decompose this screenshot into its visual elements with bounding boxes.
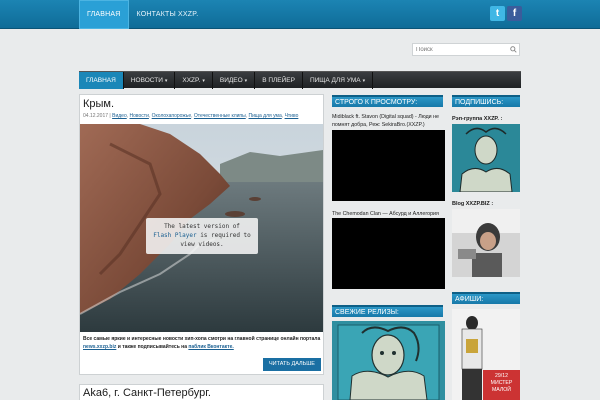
- search-box: [412, 43, 520, 56]
- fresh-releases-heading: СВЕЖИЕ РЕЛИЗЫ:: [332, 305, 443, 317]
- category-link[interactable]: Чтиво: [285, 113, 299, 119]
- poster-promo: 29/12 МИСТЕР МАЛОЙ: [483, 370, 520, 400]
- rap-group-image[interactable]: [452, 124, 520, 192]
- nav-item-news[interactable]: НОВОСТИ ▾: [124, 72, 176, 89]
- nav-label: ПИЩА ДЛЯ УМА: [309, 77, 361, 84]
- release-artwork: [332, 321, 445, 400]
- news-portal-link[interactable]: news.xxzp.biz: [83, 344, 116, 350]
- chevron-down-icon: ▾: [202, 78, 205, 84]
- post-card: Aka6, г. Санкт-Петербург.: [79, 384, 324, 400]
- post-meta: 04.12.2017 | Видео, Новости, Околохапоро…: [83, 113, 299, 119]
- post-card: Крым. 04.12.2017 | Видео, Новости, Около…: [79, 94, 324, 375]
- category-link[interactable]: Отечественные клипы: [194, 113, 246, 119]
- chevron-down-icon: ▾: [244, 78, 248, 84]
- category-link[interactable]: Пища для ума: [249, 113, 282, 119]
- nav-item-home[interactable]: ГЛАВНАЯ: [79, 72, 124, 89]
- must-watch-heading: СТРОГО К ПРОСМОТРУ:: [332, 95, 443, 107]
- top-bar: ГЛАВНАЯ КОНТАКТЫ XXZP. t f: [0, 0, 600, 29]
- flash-player-link[interactable]: Flash Player: [153, 232, 196, 239]
- video-player[interactable]: [332, 218, 445, 289]
- chevron-down-icon: ▾: [362, 78, 366, 84]
- rap-group-label: Рэп-группа XXZP. :: [452, 116, 503, 122]
- meta-separator: |: [109, 113, 111, 119]
- post-excerpt: Все самые яркие и интересные новости хип…: [83, 335, 321, 351]
- post-date: 04.12.2017: [83, 113, 109, 119]
- excerpt-text: Все самые яркие и интересные новости хип…: [83, 336, 321, 342]
- search-input[interactable]: [413, 44, 507, 56]
- twitter-icon[interactable]: t: [490, 6, 505, 21]
- rap-group-artwork: [452, 124, 520, 192]
- post-title[interactable]: Aka6, г. Санкт-Петербург.: [83, 387, 211, 399]
- flash-line1: The latest version of: [164, 223, 240, 230]
- excerpt-text: и также подписывайтесь на: [116, 344, 189, 350]
- blog-image[interactable]: [452, 209, 520, 277]
- facebook-icon[interactable]: f: [507, 6, 522, 21]
- blog-label: Blog XXZP.BIZ :: [452, 201, 494, 207]
- top-nav-contacts[interactable]: КОНТАКТЫ XXZP.: [129, 0, 207, 29]
- chevron-down-icon: ▾: [164, 78, 168, 84]
- top-nav: ГЛАВНАЯ КОНТАКТЫ XXZP.: [79, 0, 206, 29]
- promo-text: МИСТЕР МАЛОЙ: [490, 380, 513, 393]
- category-link[interactable]: Видео: [112, 113, 127, 119]
- flash-player-notice: The latest version of Flash Player is re…: [146, 218, 258, 254]
- video-player[interactable]: The latest version of Flash Player is re…: [80, 124, 323, 332]
- nav-label: НОВОСТИ: [130, 77, 163, 84]
- main-nav: ГЛАВНАЯ НОВОСТИ ▾ XXZP. ▾ ВИДЕО ▾ В ПЛЕЙЕР …: [79, 71, 521, 89]
- top-nav-home[interactable]: ГЛАВНАЯ: [79, 0, 129, 29]
- flash-line3: view videos.: [180, 241, 224, 248]
- read-more-button[interactable]: ЧИТАТЬ ДАЛЬШЕ: [263, 358, 321, 371]
- category-link[interactable]: Околохапорожье: [152, 113, 191, 119]
- video-player[interactable]: [332, 130, 445, 201]
- video-caption[interactable]: The Chemodan Clan — Абсурд и Аллегория: [332, 210, 445, 218]
- category-link[interactable]: Новости: [130, 113, 149, 119]
- flash-line2-wrap: Flash Player is required to: [146, 231, 258, 240]
- subscribe-heading: ПОДПИШИСЬ:: [452, 95, 520, 107]
- nav-item-food-for-mind[interactable]: ПИЩА ДЛЯ УМА ▾: [303, 72, 374, 89]
- nav-label: В ПЛЕЙЕР: [262, 77, 295, 84]
- vk-public-link[interactable]: паблик Вконтакте.: [188, 344, 233, 350]
- post-title[interactable]: Крым.: [83, 98, 114, 110]
- nav-item-player[interactable]: В ПЛЕЙЕР: [255, 72, 303, 89]
- release-cover[interactable]: [332, 321, 445, 400]
- nav-item-xxzp[interactable]: XXZP. ▾: [175, 72, 213, 89]
- flash-line2: is required to: [196, 232, 251, 239]
- nav-label: ВИДЕО: [219, 77, 243, 84]
- video-caption[interactable]: Midiblack ft. Stavon (Digital squad) - Л…: [332, 113, 445, 129]
- nav-label: XXZP.: [182, 77, 201, 84]
- blog-photo: [452, 209, 520, 277]
- posters-heading: АФИШИ:: [452, 292, 520, 304]
- nav-item-video[interactable]: ВИДЕО ▾: [213, 72, 256, 89]
- search-icon[interactable]: [510, 46, 517, 53]
- promo-date: 29/12: [495, 373, 508, 379]
- nav-label: ГЛАВНАЯ: [86, 77, 116, 84]
